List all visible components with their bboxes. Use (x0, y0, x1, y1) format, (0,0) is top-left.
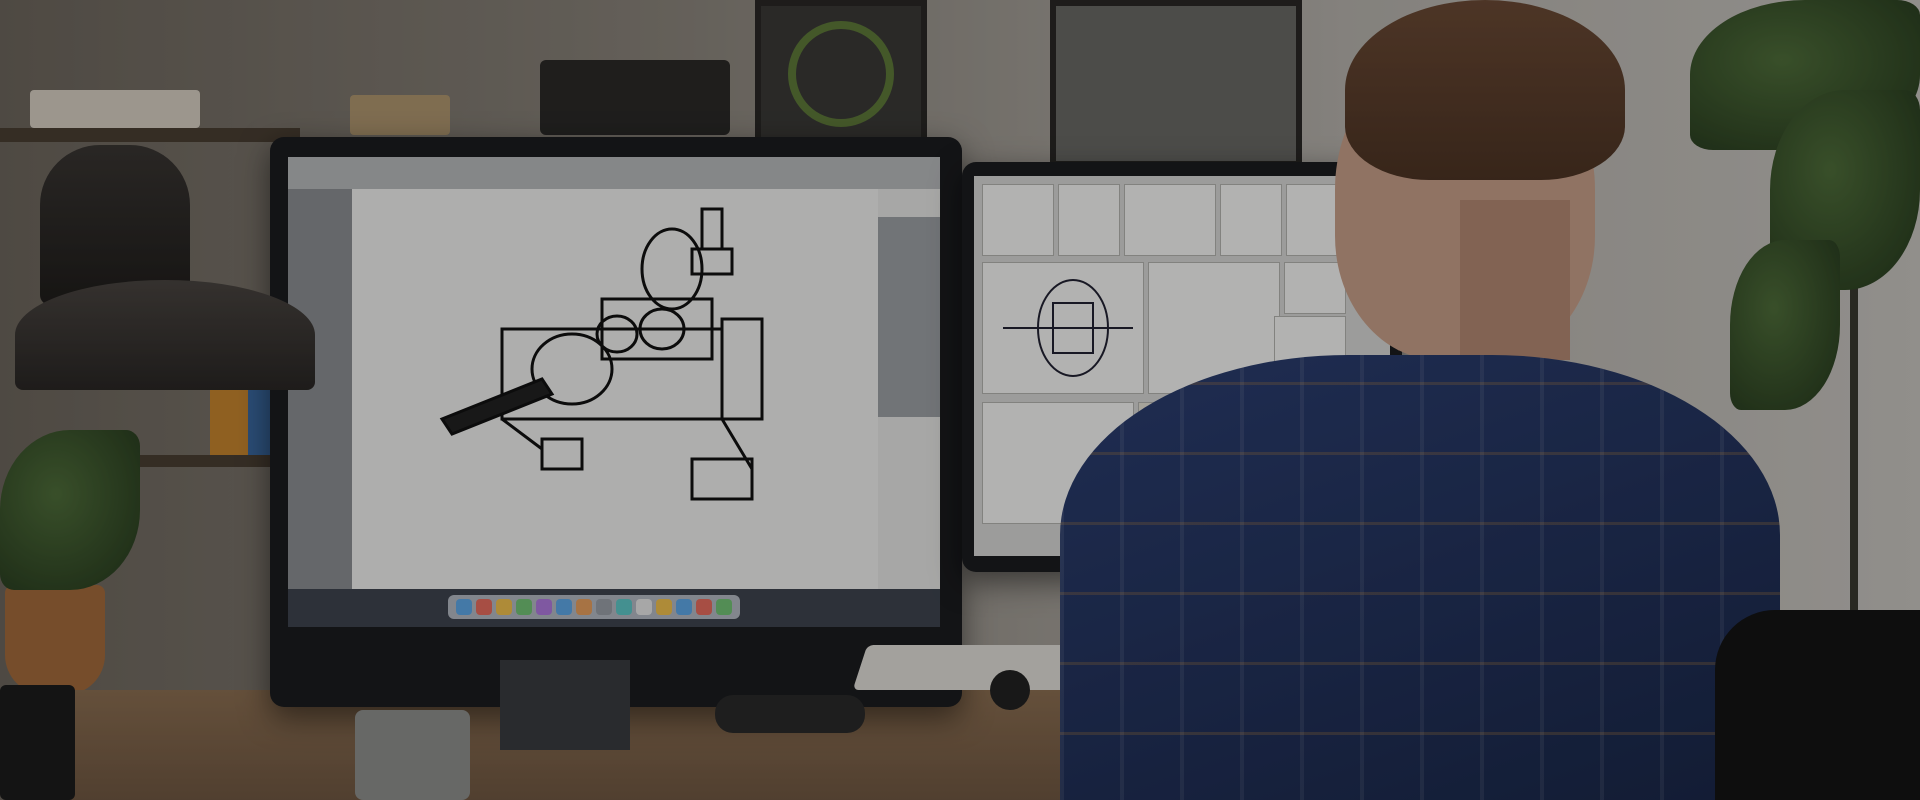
desk-lamp-shade (15, 280, 315, 390)
cad-right-panel (878, 217, 940, 417)
person-neck (1460, 200, 1570, 360)
office-photo-scene (0, 0, 1920, 800)
drawing-thumbnail (1220, 184, 1282, 256)
shelf-box (30, 90, 200, 128)
left-monitor-stand (500, 660, 630, 750)
drawing-thumbnail (1058, 184, 1120, 256)
drawing-thumbnail (1124, 184, 1216, 256)
wall-picture-frame (755, 0, 927, 152)
wall-shelf-top (0, 128, 300, 142)
cad-machine-drawing (439, 207, 764, 501)
drawing-thumbnail-large (982, 262, 1144, 394)
left-plant-pot (5, 585, 105, 695)
wall-artwork (1050, 0, 1302, 167)
cylinder-drawing (1003, 279, 1133, 377)
cad-drawing-canvas (352, 189, 878, 589)
drawing-thumbnail (982, 184, 1054, 256)
plant-leaf-low (1730, 240, 1840, 410)
office-chair (1715, 610, 1920, 800)
person-hair (1345, 0, 1625, 180)
earbud-case (990, 670, 1030, 710)
drawing-thumbnail (1284, 262, 1346, 314)
left-monitor (270, 137, 962, 707)
person-plaid-shirt (1060, 355, 1780, 800)
smartphone (715, 695, 865, 733)
lamp-base (0, 685, 75, 800)
shelf-crate (350, 95, 450, 135)
app-dock (448, 595, 740, 619)
shelf-printer (540, 60, 730, 135)
cad-toolbar (288, 157, 940, 189)
pen-holder-cup (355, 710, 470, 800)
left-plant-leaves (0, 430, 140, 590)
left-monitor-screen (288, 157, 940, 627)
